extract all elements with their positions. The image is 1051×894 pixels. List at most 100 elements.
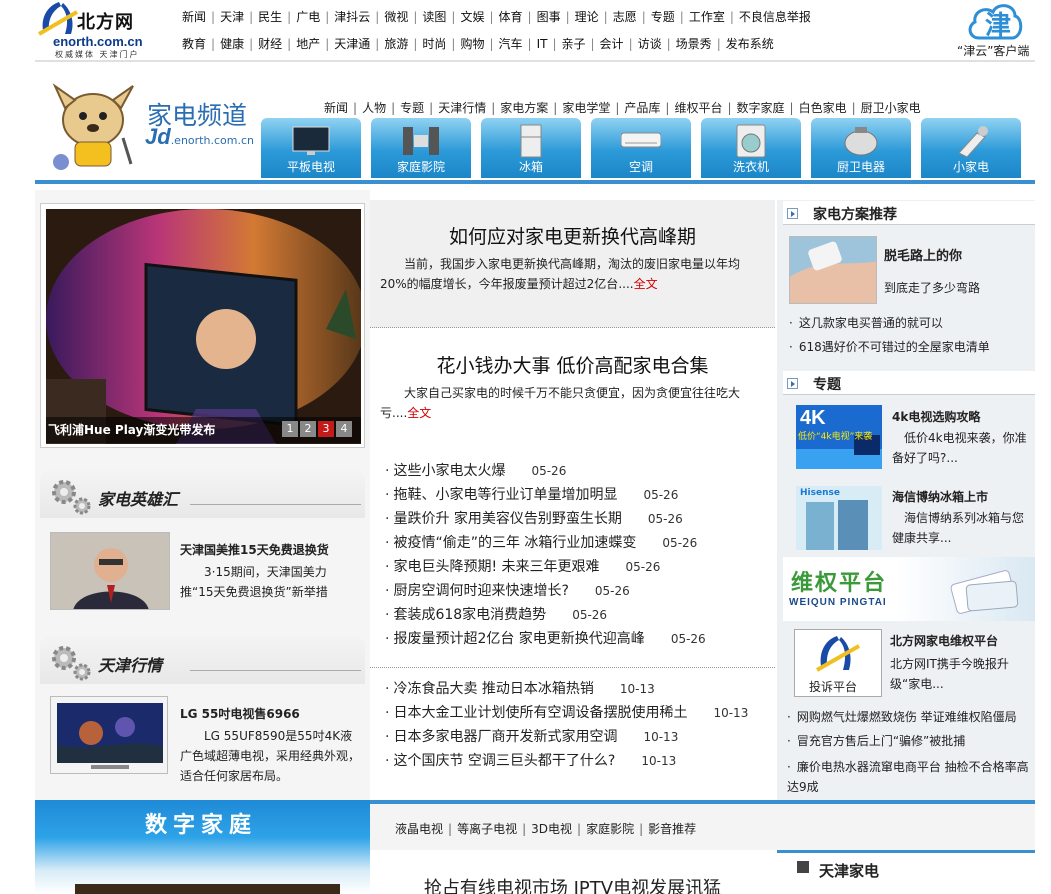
slider-page-button[interactable]: 1: [282, 421, 298, 437]
news-title[interactable]: 厨房空调何时迎来快速增长?: [393, 583, 568, 599]
site-nav-link[interactable]: 财经: [258, 37, 282, 51]
news-item[interactable]: · 这个国庆节 空调三巨头都干了什么? 10-13: [385, 749, 748, 773]
site-nav-link[interactable]: 时尚: [422, 37, 446, 51]
site-nav-link[interactable]: 津抖云: [334, 10, 370, 24]
site-nav-link[interactable]: 亲子: [561, 37, 585, 51]
news-title[interactable]: 量跌价升 家用美容仪告别野蛮生长期: [393, 511, 621, 527]
site-nav-link[interactable]: 图事: [537, 10, 561, 24]
site-nav-link[interactable]: 发布系统: [726, 37, 774, 51]
site-nav-link[interactable]: 广电: [296, 10, 320, 24]
news-title[interactable]: 家电巨头降预期! 未来三年更艰难: [393, 559, 599, 575]
topic2-title[interactable]: 海信博纳冰箱上市: [892, 488, 988, 505]
topic1-title[interactable]: 4k电视选购攻略: [892, 408, 980, 425]
site-nav-link[interactable]: 微视: [384, 10, 408, 24]
channel-nav-link[interactable]: 人物: [362, 101, 386, 115]
heroes-item-title[interactable]: 天津国美推15天免费退换货: [180, 541, 329, 558]
story1-headline[interactable]: 如何应对家电更新换代高峰期: [370, 222, 775, 249]
slider-page-button[interactable]: 3: [318, 421, 334, 437]
channel-nav-link[interactable]: 数字家庭: [737, 101, 785, 115]
heroes-item[interactable]: 天津国美推15天免费退换货 3·15期间，天津国美力推“15天免费退换货”新举措: [40, 532, 365, 612]
news-item[interactable]: · 量跌价升 家用美容仪告别野蛮生长期 05-26: [385, 507, 706, 531]
news-item[interactable]: · 家电巨头降预期! 未来三年更艰难 05-26: [385, 555, 706, 579]
channel-nav-link[interactable]: 专题: [400, 101, 424, 115]
jinyun-client-link[interactable]: 津 “津云”客户端: [955, 0, 1035, 60]
heroes-photo[interactable]: [50, 532, 170, 610]
site-nav-link[interactable]: 会计: [600, 37, 624, 51]
bullet-text[interactable]: 廉价电热水器流窜电商平台 抽检不合格率高达9成: [787, 760, 1029, 794]
news-item[interactable]: · 日本多家电器厂商开发新式家用空调 10-13: [385, 725, 748, 749]
topic-title[interactable]: 专题: [813, 374, 841, 394]
bullet-item[interactable]: · 618遇好价不可错过的全屋家电清单: [789, 335, 990, 359]
news-item[interactable]: · 拖鞋、小家电等行业订单量增加明显 05-26: [385, 483, 706, 507]
site-nav-link[interactable]: 购物: [460, 37, 484, 51]
news-title[interactable]: 被疫情“偷走”的三年 冰箱行业加速蝶变: [393, 535, 636, 551]
news-item[interactable]: · 厨房空调何时迎来快速增长? 05-26: [385, 579, 706, 603]
site-nav-link[interactable]: 文娱: [460, 10, 484, 24]
channel-nav-link[interactable]: 白色家电: [799, 101, 847, 115]
category-button[interactable]: 平板电视: [261, 118, 361, 178]
market-item[interactable]: LG 55吋电视售6966 LG 55UF8590是55吋4K液广色域超薄电视，…: [40, 696, 365, 783]
site-nav-link[interactable]: 读图: [422, 10, 446, 24]
category-button[interactable]: 冰箱: [481, 118, 581, 178]
site-nav-link[interactable]: IT: [537, 37, 548, 51]
news-title[interactable]: 拖鞋、小家电等行业订单量增加明显: [393, 487, 617, 503]
news-title[interactable]: 这个国庆节 空调三巨头都干了什么?: [393, 753, 615, 769]
digital-home-link[interactable]: 3D电视: [531, 822, 572, 836]
plan-title[interactable]: 家电方案推荐: [813, 204, 897, 224]
news-title[interactable]: 这些小家电太火爆: [393, 463, 505, 479]
slider-image[interactable]: [46, 209, 361, 444]
site-nav-link[interactable]: 志愿: [613, 10, 637, 24]
complaint-platform-logo[interactable]: 投诉平台: [794, 629, 882, 697]
enorth-logo[interactable]: 北方网 enorth.com.cn 权威媒体 天津门户: [35, 0, 170, 59]
site-nav-link[interactable]: 地产: [296, 37, 320, 51]
topic1-photo[interactable]: 4K 低价“4k电视”来袭: [796, 405, 882, 469]
news-item[interactable]: · 报废量预计超2亿台 家电更新换代迎高峰 05-26: [385, 627, 706, 651]
site-nav-link[interactable]: 天津: [220, 10, 244, 24]
news-title[interactable]: 报废量预计超2亿台 家电更新换代迎高峰: [393, 631, 644, 647]
category-button[interactable]: 小家电: [921, 118, 1021, 178]
site-nav-link[interactable]: 体育: [499, 10, 523, 24]
bullet-text[interactable]: 冒充官方售后上门“骗修”被批捕: [797, 734, 965, 748]
site-nav-link[interactable]: 理论: [575, 10, 599, 24]
news-item[interactable]: · 套装成618家电消费趋势 05-26: [385, 603, 706, 627]
site-nav-link[interactable]: 专题: [651, 10, 675, 24]
plan-item-title[interactable]: 脱毛路上的你: [884, 245, 962, 264]
channel-nav-link[interactable]: 厨卫小家电: [861, 101, 921, 115]
story2-more-link[interactable]: 全文: [407, 406, 431, 420]
story1-more-link[interactable]: 全文: [634, 277, 658, 291]
digital-home-link[interactable]: 影音推荐: [648, 822, 696, 836]
channel-nav-link[interactable]: 维权平台: [674, 101, 722, 115]
bullet-text[interactable]: 618遇好价不可错过的全屋家电清单: [799, 340, 990, 354]
digital-home-link[interactable]: 液晶电视: [395, 822, 443, 836]
slider-page-button[interactable]: 4: [336, 421, 352, 437]
news-item[interactable]: · 日本大金工业计划使所有空调设备摆脱使用稀土 10-13: [385, 701, 748, 725]
site-nav-link[interactable]: 教育: [182, 37, 206, 51]
bullet-item[interactable]: · 这几款家电买普通的就可以: [789, 311, 990, 335]
news-item[interactable]: · 这些小家电太火爆 05-26: [385, 459, 706, 483]
story2-headline[interactable]: 花小钱办大事 低价高配家电合集: [370, 351, 775, 378]
site-nav-link[interactable]: 新闻: [182, 10, 206, 24]
channel-nav-link[interactable]: 家电方案: [500, 101, 548, 115]
site-nav-link[interactable]: 民生: [258, 10, 282, 24]
news-item[interactable]: · 冷冻食品大卖 推动日本冰箱热销 10-13: [385, 677, 748, 701]
site-nav-link[interactable]: 工作室: [689, 10, 725, 24]
bullet-item[interactable]: · 冒充官方售后上门“骗修”被批捕: [787, 729, 1032, 753]
digital-home-title[interactable]: 数字家庭: [145, 807, 257, 839]
bullet-item[interactable]: · 网购燃气灶爆燃致烧伤 举证难维权陷僵局: [787, 705, 1032, 729]
digital-home-link[interactable]: 等离子电视: [457, 822, 517, 836]
tianjin-title[interactable]: 天津家电: [819, 860, 879, 881]
channel-nav-link[interactable]: 产品库: [624, 101, 660, 115]
plan-photo[interactable]: [789, 236, 877, 304]
channel-nav-link[interactable]: 新闻: [324, 101, 348, 115]
bottom-headline[interactable]: 抢占有线电视市场 IPTV电视发展讯猛: [370, 874, 775, 894]
channel-nav-link[interactable]: 家电学堂: [562, 101, 610, 115]
bullet-item[interactable]: · 廉价电热水器流窜电商平台 抽检不合格率高达9成: [787, 757, 1032, 797]
category-button[interactable]: 空调: [591, 118, 691, 178]
news-title[interactable]: 冷冻食品大卖 推动日本冰箱热销: [393, 681, 593, 697]
digital-home-link[interactable]: 家庭影院: [586, 822, 634, 836]
market-photo[interactable]: [50, 696, 168, 774]
bullet-text[interactable]: 这几款家电买普通的就可以: [799, 316, 943, 330]
news-title[interactable]: 套装成618家电消费趋势: [393, 607, 546, 623]
site-nav-link[interactable]: 汽车: [499, 37, 523, 51]
bullet-text[interactable]: 网购燃气灶爆燃致烧伤 举证难维权陷僵局: [797, 710, 1017, 724]
